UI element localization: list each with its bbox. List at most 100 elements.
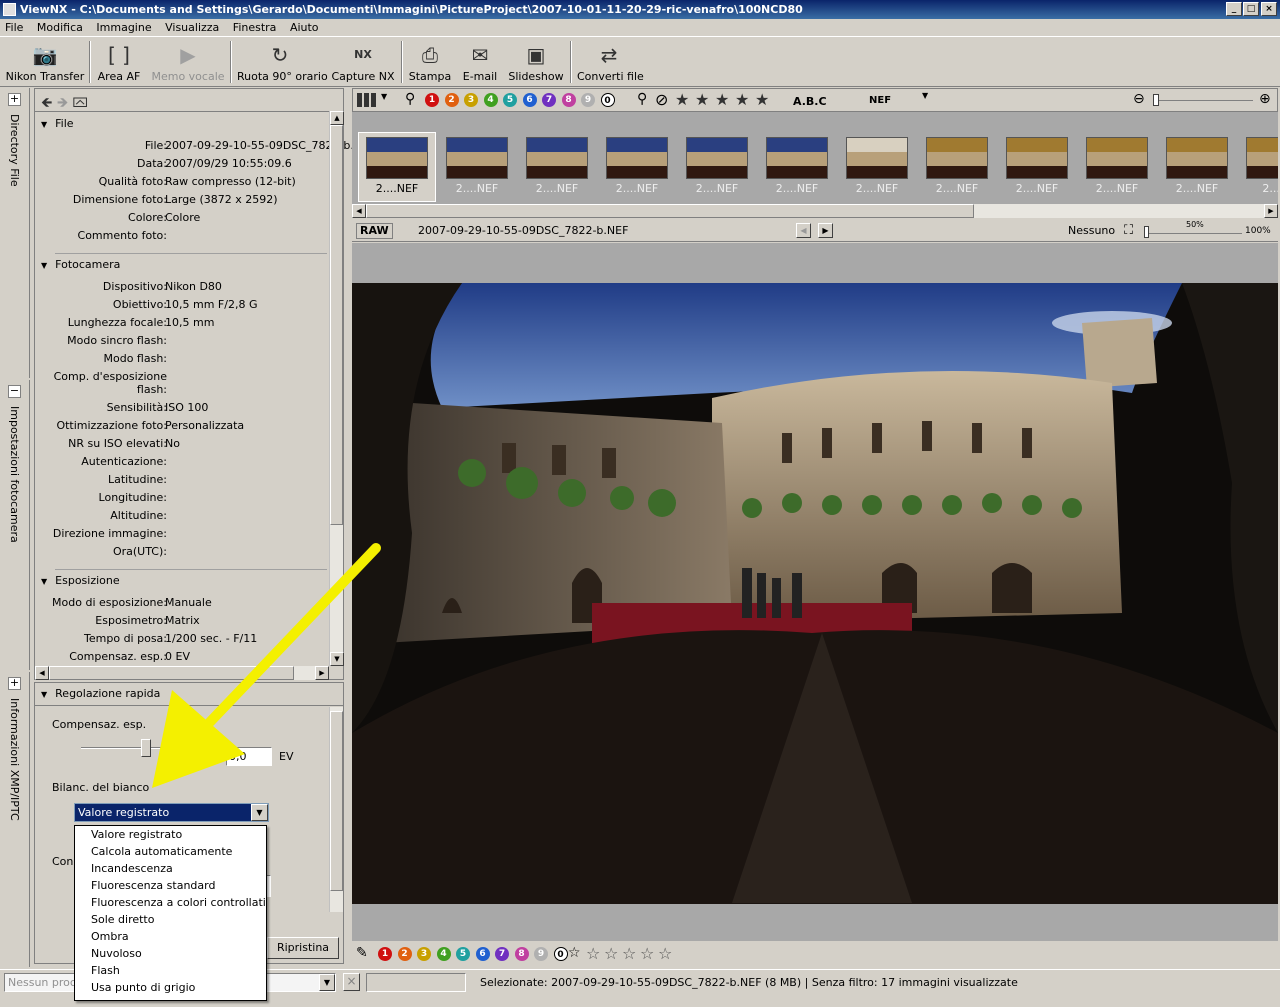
thumbnail-size-icon[interactable] xyxy=(357,93,377,107)
tab-directory-file[interactable]: + Directory File xyxy=(0,88,30,378)
zoom-slider-thumb[interactable] xyxy=(1144,226,1149,238)
thumbnail-image[interactable] xyxy=(1086,137,1148,179)
wb-option[interactable]: Flash xyxy=(75,962,266,979)
zoom-slider[interactable] xyxy=(1144,233,1242,234)
image-label-2-icon[interactable]: 2 xyxy=(397,947,412,961)
thumb-size-thumb[interactable] xyxy=(1153,94,1159,106)
prev-image-button[interactable]: ◀ xyxy=(796,223,811,238)
fit-window-icon[interactable]: ⛶ xyxy=(1124,223,1133,238)
rate-4-icon[interactable]: ☆ xyxy=(640,945,654,963)
filter-label-1-icon[interactable]: 1 xyxy=(425,93,439,107)
next-image-button[interactable]: ▶ xyxy=(818,223,833,238)
thumbnail-image[interactable] xyxy=(366,137,428,179)
chevron-down-icon[interactable]: ▼ xyxy=(251,804,268,821)
image-label-1-icon[interactable]: 1 xyxy=(378,947,392,961)
thumbnail-image[interactable] xyxy=(606,137,668,179)
tab-xmp-iptc[interactable]: + Informazioni XMP/IPTC xyxy=(0,672,30,967)
thumbnail-image[interactable] xyxy=(1006,137,1068,179)
image-label-5-icon[interactable]: 5 xyxy=(456,947,470,961)
wb-option[interactable]: Fluorescenza a colori controllati xyxy=(75,894,266,911)
thumbnail-image[interactable] xyxy=(926,137,988,179)
up-folder-icon[interactable]: ⮹ xyxy=(73,95,88,111)
zoom-out-icon[interactable]: ⊖ xyxy=(1133,91,1145,107)
image-label-6-icon[interactable]: 6 xyxy=(475,947,490,961)
wb-option[interactable]: Incandescenza xyxy=(75,860,266,877)
menu-immagine[interactable]: Immagine xyxy=(91,19,156,37)
filter-label-6-icon[interactable]: 6 xyxy=(522,93,537,107)
label-tag-icon[interactable]: ✎ xyxy=(356,945,368,961)
thumbnail-image[interactable] xyxy=(1246,137,1278,179)
wb-option[interactable]: Nuvoloso xyxy=(75,945,266,962)
image-label-8-icon[interactable]: 8 xyxy=(514,947,529,961)
no-rating-icon[interactable]: ⊘ xyxy=(655,90,668,109)
image-label-4-icon[interactable]: 4 xyxy=(436,947,451,961)
wb-option[interactable]: Ombra xyxy=(75,928,266,945)
wb-option[interactable]: Fluorescenza standard xyxy=(75,877,266,894)
star-2-icon[interactable]: ★ xyxy=(695,91,709,109)
reset-button[interactable]: Ripristina xyxy=(267,937,339,959)
maximize-button[interactable]: □ xyxy=(1243,2,1259,16)
wb-option[interactable]: Sole diretto xyxy=(75,911,266,928)
format-dropdown-icon[interactable]: ▼ xyxy=(922,91,928,100)
image-label-7-icon[interactable]: 7 xyxy=(495,947,509,961)
white-balance-select[interactable]: Valore registrato ▼ xyxy=(74,803,269,822)
wb-option[interactable]: Usa punto di grigio xyxy=(75,979,266,996)
sort-abc-button[interactable]: A.B.C xyxy=(793,95,827,108)
menu-visualizza[interactable]: Visualizza xyxy=(160,19,224,37)
filter-label-2-icon[interactable]: 2 xyxy=(444,93,459,107)
thumbnail-hscrollbar[interactable]: ◀ ▶ xyxy=(352,204,1278,218)
rate-2-icon[interactable]: ☆ xyxy=(604,945,618,963)
close-button[interactable]: × xyxy=(1261,2,1277,16)
star-5-icon[interactable]: ★ xyxy=(755,91,769,109)
rate-3-icon[interactable]: ☆ xyxy=(622,945,636,963)
filter-label-7-icon[interactable]: 7 xyxy=(542,93,556,107)
scroll-right-button[interactable]: ▶ xyxy=(1264,204,1278,218)
scroll-left-button[interactable]: ◀ xyxy=(35,666,49,680)
thumbnail-image[interactable] xyxy=(526,137,588,179)
thumbnail-image[interactable] xyxy=(1166,137,1228,179)
nikon-transfer-button[interactable]: 📷 Nikon Transfer xyxy=(5,40,85,86)
scroll-left-button[interactable]: ◀ xyxy=(352,204,366,218)
rotate-button[interactable]: ↻ Ruota 90° orario xyxy=(237,40,328,86)
wb-option[interactable]: Valore registrato xyxy=(75,826,266,843)
rate-5-icon[interactable]: ☆ xyxy=(658,945,672,963)
format-filter-label[interactable]: NEF xyxy=(869,95,891,106)
image-label-3-icon[interactable]: 3 xyxy=(417,947,431,961)
thumb-size-slider[interactable] xyxy=(1153,100,1253,101)
memo-vocale-button[interactable]: ▶ Memo vocale xyxy=(150,40,226,86)
filter-label-8-icon[interactable]: 8 xyxy=(561,93,576,107)
star-1-icon[interactable]: ★ xyxy=(675,91,689,109)
file-section-header[interactable]: File xyxy=(41,117,73,130)
menu-finestra[interactable]: Finestra xyxy=(228,19,282,37)
menu-aiuto[interactable]: Aiuto xyxy=(285,19,324,37)
thumbnail-image[interactable] xyxy=(686,137,748,179)
hscroll-thumb[interactable] xyxy=(366,204,974,218)
filter-label-0-icon[interactable]: 0 xyxy=(600,93,615,107)
filter-label-9-icon[interactable]: 9 xyxy=(581,93,595,107)
label-filter-icon[interactable]: ⚲ xyxy=(405,91,415,107)
cancel-icon[interactable]: × xyxy=(343,973,360,991)
area-af-button[interactable]: [ ] Area AF xyxy=(94,40,144,86)
print-button[interactable]: ⎙ Stampa xyxy=(408,40,452,86)
expand-icon[interactable]: + xyxy=(8,677,21,690)
rate-1-icon[interactable]: ☆ xyxy=(586,945,600,963)
minimize-button[interactable]: _ xyxy=(1226,2,1242,16)
menu-modifica[interactable]: Modifica xyxy=(32,19,88,37)
collapse-icon[interactable]: − xyxy=(8,385,21,398)
convert-file-button[interactable]: ⇄ Converti file xyxy=(577,40,644,86)
process-dropdown-arrow[interactable]: ▼ xyxy=(319,974,335,991)
capture-nx-button[interactable]: NX Capture NX xyxy=(331,40,395,86)
zoom-in-icon[interactable]: ⊕ xyxy=(1259,91,1271,107)
thumbnail-image[interactable] xyxy=(446,137,508,179)
image-label-9-icon[interactable]: 9 xyxy=(534,947,548,961)
camera-section-header[interactable]: Fotocamera xyxy=(41,258,120,271)
display-filter-label[interactable]: Nessuno xyxy=(1068,224,1115,237)
tab-camera-settings[interactable]: − Impostazioni fotocamera xyxy=(0,380,30,670)
filter-label-3-icon[interactable]: 3 xyxy=(464,93,478,107)
wb-option[interactable]: Calcola automaticamente xyxy=(75,843,266,860)
exposure-section-header[interactable]: Esposizione xyxy=(41,574,119,587)
dropdown-arrow-icon[interactable]: ▼ xyxy=(381,92,387,101)
rating-tag-icon[interactable]: ☆ xyxy=(568,945,581,961)
email-button[interactable]: ✉ E-mail xyxy=(460,40,500,86)
menu-file[interactable]: File xyxy=(0,19,28,37)
